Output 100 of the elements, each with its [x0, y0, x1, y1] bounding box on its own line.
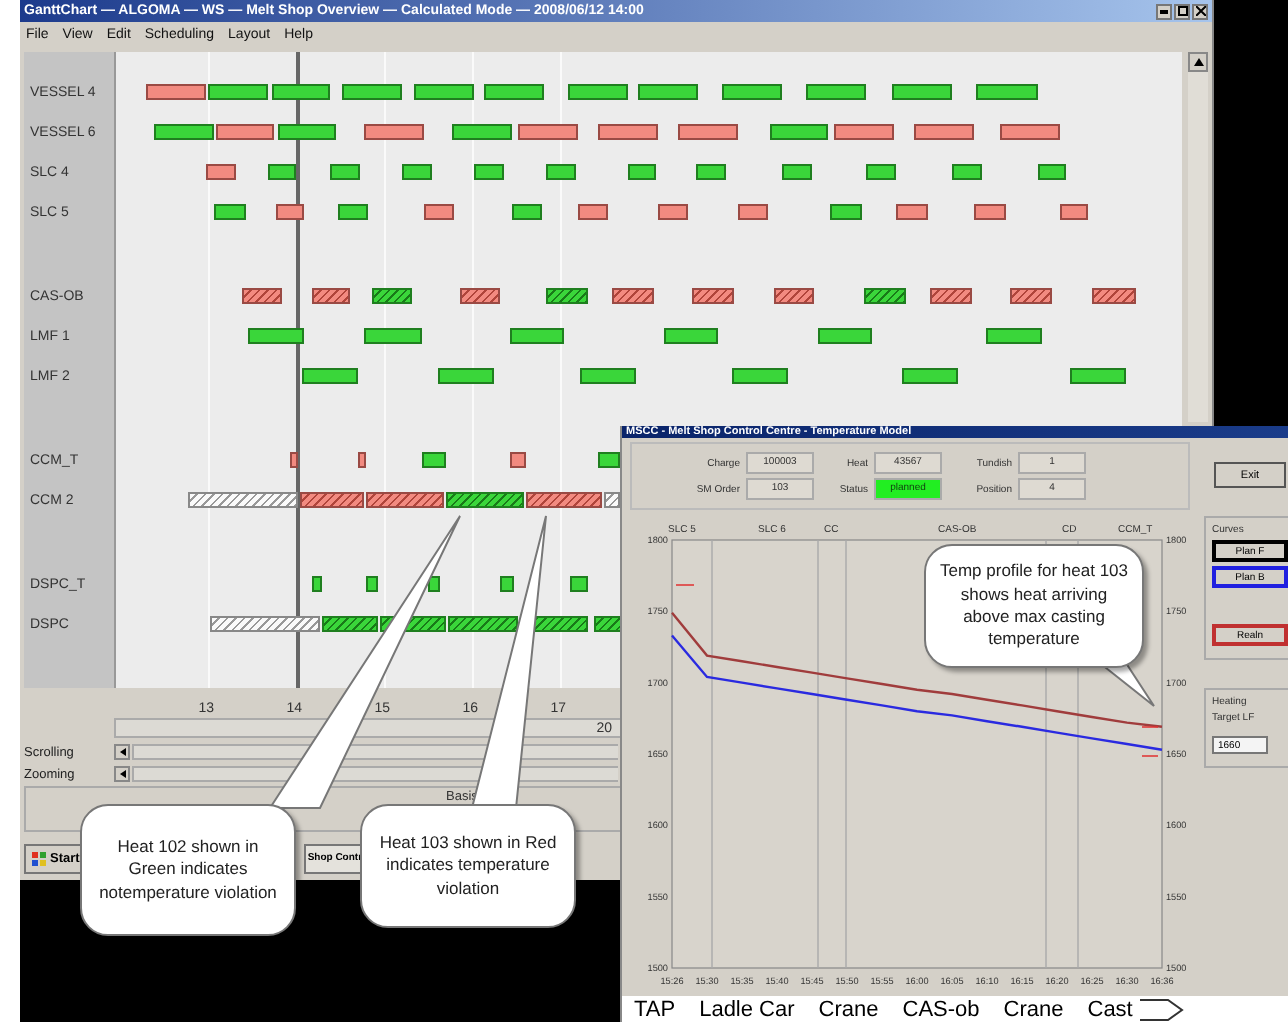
- schedule-bar[interactable]: [272, 84, 330, 100]
- schedule-bar[interactable]: [500, 576, 515, 592]
- schedule-bar[interactable]: [598, 124, 659, 140]
- schedule-bar[interactable]: [188, 492, 298, 508]
- schedule-bar[interactable]: [511, 204, 543, 220]
- schedule-bar[interactable]: [817, 328, 873, 344]
- schedule-bar[interactable]: [268, 164, 297, 180]
- schedule-bar[interactable]: [973, 204, 1007, 220]
- schedule-bar[interactable]: [721, 84, 782, 100]
- schedule-bar[interactable]: [773, 288, 814, 304]
- schedule-bar[interactable]: [364, 124, 424, 140]
- schedule-bar[interactable]: [338, 204, 369, 220]
- schedule-bar[interactable]: [593, 616, 622, 632]
- schedule-bar[interactable]: [896, 204, 928, 220]
- schedule-bar[interactable]: [278, 124, 336, 140]
- schedule-bar[interactable]: [452, 124, 512, 140]
- schedule-bar[interactable]: [577, 204, 609, 220]
- schedule-bar[interactable]: [866, 164, 897, 180]
- schedule-bar[interactable]: [483, 84, 545, 100]
- schedule-bar[interactable]: [372, 288, 413, 304]
- schedule-bar[interactable]: [276, 204, 304, 220]
- schedule-bar[interactable]: [696, 164, 726, 180]
- schedule-bar[interactable]: [401, 164, 433, 180]
- schedule-bar[interactable]: [570, 576, 589, 592]
- schedule-bar[interactable]: [208, 84, 268, 100]
- schedule-bar[interactable]: [677, 124, 738, 140]
- schedule-bar[interactable]: [153, 124, 215, 140]
- schedule-bar[interactable]: [1010, 288, 1052, 304]
- schedule-bar[interactable]: [438, 368, 495, 384]
- schedule-bar[interactable]: [914, 124, 974, 140]
- schedule-bar[interactable]: [445, 492, 524, 508]
- schedule-bar[interactable]: [580, 368, 637, 384]
- schedule-bar[interactable]: [241, 288, 282, 304]
- schedule-bar[interactable]: [366, 492, 444, 508]
- schedule-bar[interactable]: [421, 452, 446, 468]
- schedule-bar[interactable]: [413, 84, 474, 100]
- vertical-scrollbar[interactable]: [1188, 52, 1208, 422]
- schedule-bar[interactable]: [604, 492, 620, 508]
- schedule-bar[interactable]: [545, 164, 576, 180]
- schedule-bar[interactable]: [510, 452, 527, 468]
- schedule-bar[interactable]: [206, 164, 237, 180]
- schedule-bar[interactable]: [567, 84, 628, 100]
- schedule-bar[interactable]: [1059, 204, 1089, 220]
- schedule-bar[interactable]: [545, 288, 589, 304]
- schedule-bar[interactable]: [214, 204, 246, 220]
- schedule-bar[interactable]: [1092, 288, 1137, 304]
- schedule-bar[interactable]: [985, 328, 1043, 344]
- schedule-bar[interactable]: [769, 124, 829, 140]
- schedule-bar[interactable]: [423, 204, 455, 220]
- schedule-bar[interactable]: [342, 84, 402, 100]
- schedule-bar[interactable]: [637, 84, 699, 100]
- schedule-bar[interactable]: [460, 288, 501, 304]
- schedule-bar[interactable]: [731, 368, 788, 384]
- schedule-bar[interactable]: [976, 84, 1038, 100]
- schedule-bar[interactable]: [474, 164, 505, 180]
- schedule-bar[interactable]: [210, 616, 320, 632]
- schedule-bar[interactable]: [692, 288, 735, 304]
- schedule-bar[interactable]: [663, 328, 719, 344]
- schedule-bar[interactable]: [329, 164, 361, 180]
- schedule-bar[interactable]: [311, 288, 351, 304]
- schedule-bar[interactable]: [863, 288, 907, 304]
- schedule-bar[interactable]: [366, 576, 379, 592]
- schedule-bar[interactable]: [628, 164, 656, 180]
- schedule-bar[interactable]: [302, 368, 358, 384]
- schedule-bar[interactable]: [215, 124, 275, 140]
- minimize-button[interactable]: [1156, 3, 1172, 19]
- schedule-bar[interactable]: [518, 124, 578, 140]
- schedule-bar[interactable]: [834, 124, 895, 140]
- schedule-bar[interactable]: [428, 576, 440, 592]
- zoom-left-button[interactable]: [114, 766, 130, 782]
- close-button[interactable]: [1192, 3, 1208, 19]
- schedule-bar[interactable]: [312, 576, 323, 592]
- schedule-bar[interactable]: [611, 288, 655, 304]
- schedule-bar[interactable]: [1070, 368, 1127, 384]
- schedule-bar[interactable]: [901, 368, 958, 384]
- scroll-left-button[interactable]: [114, 744, 130, 760]
- scroll-up-button[interactable]: [1188, 52, 1208, 72]
- schedule-bar[interactable]: [929, 288, 973, 304]
- schedule-bar[interactable]: [951, 164, 983, 180]
- schedule-bar[interactable]: [364, 328, 422, 344]
- schedule-bar[interactable]: [322, 616, 379, 632]
- schedule-bar[interactable]: [597, 452, 620, 468]
- schedule-bar[interactable]: [357, 452, 367, 468]
- schedule-bar[interactable]: [830, 204, 862, 220]
- schedule-bar[interactable]: [448, 616, 518, 632]
- schedule-bar[interactable]: [1000, 124, 1060, 140]
- schedule-bar[interactable]: [782, 164, 813, 180]
- schedule-bar[interactable]: [146, 84, 207, 100]
- schedule-bar[interactable]: [300, 492, 364, 508]
- maximize-button[interactable]: [1174, 3, 1190, 19]
- schedule-bar[interactable]: [1037, 164, 1067, 180]
- process-step-label: Crane: [1003, 998, 1064, 1022]
- schedule-bar[interactable]: [509, 328, 565, 344]
- schedule-bar[interactable]: [892, 84, 952, 100]
- schedule-bar[interactable]: [806, 84, 867, 100]
- schedule-bar[interactable]: [526, 492, 603, 508]
- schedule-bar[interactable]: [738, 204, 769, 220]
- schedule-bar[interactable]: [290, 452, 298, 468]
- schedule-bar[interactable]: [247, 328, 304, 344]
- schedule-bar[interactable]: [658, 204, 688, 220]
